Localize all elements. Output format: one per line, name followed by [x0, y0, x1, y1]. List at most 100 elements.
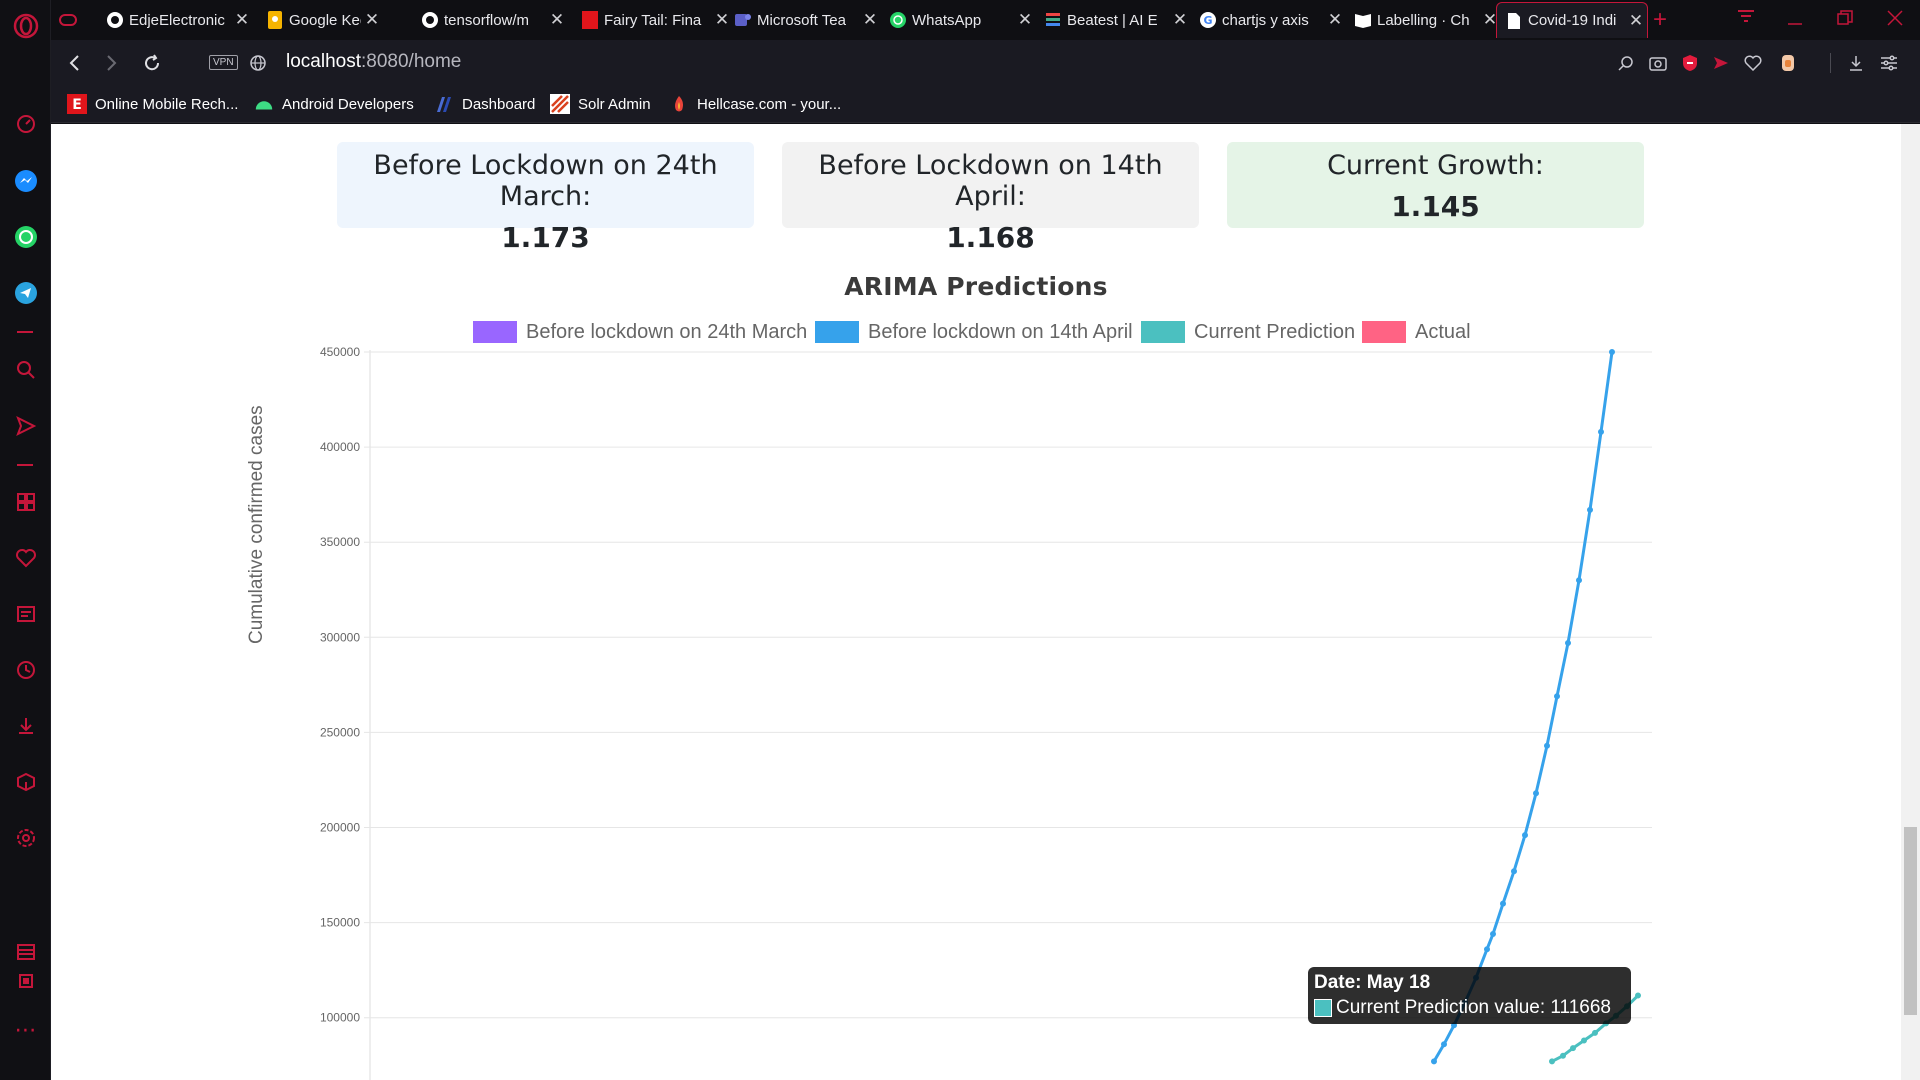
data-point[interactable] — [1533, 790, 1539, 797]
data-point[interactable] — [1635, 992, 1641, 999]
close-icon[interactable]: ✕ — [361, 10, 383, 30]
tab-google-keep[interactable]: Google Keep ✕ — [258, 2, 383, 38]
tab-microsoft-teams[interactable]: Microsoft Tea ✕ — [726, 2, 881, 38]
opera-logo-icon[interactable] — [0, 8, 51, 44]
downloads-icon[interactable] — [0, 708, 51, 744]
history-icon[interactable] — [0, 652, 51, 688]
data-point[interactable] — [1554, 693, 1560, 700]
extensions-icon[interactable] — [0, 764, 51, 800]
data-point[interactable] — [1490, 931, 1496, 937]
data-point[interactable] — [1441, 1041, 1447, 1048]
tab-chartjs-search[interactable]: G chartjs y axis ✕ — [1191, 2, 1346, 38]
extension-icon[interactable] — [1775, 50, 1801, 76]
easy-setup-icon[interactable] — [1876, 50, 1902, 76]
reload-icon[interactable] — [139, 50, 165, 76]
whatsapp-icon — [889, 11, 907, 29]
tab-edje[interactable]: EdjeElectronic ✕ — [98, 2, 253, 38]
cpu-icon[interactable] — [0, 963, 51, 999]
search-icon[interactable] — [0, 352, 51, 388]
adblock-shield-icon[interactable] — [1677, 50, 1703, 76]
more-options-icon[interactable]: ⋯ — [0, 1012, 51, 1048]
data-point[interactable] — [1549, 1058, 1555, 1065]
telegram-icon[interactable] — [0, 275, 51, 311]
vpn-badge[interactable]: VPN — [209, 55, 238, 70]
flow-send-icon[interactable] — [1708, 50, 1734, 76]
bookmark-label: Android Developers — [282, 95, 414, 113]
close-icon[interactable]: ✕ — [1169, 10, 1191, 30]
keep-icon — [266, 11, 284, 29]
search-page-icon[interactable] — [1613, 50, 1639, 76]
close-icon[interactable]: ✕ — [231, 10, 253, 30]
github-icon — [106, 11, 124, 29]
y-tick-label: 150000 — [320, 916, 360, 930]
bookmark-hellcase[interactable]: Hellcase.com - your... — [669, 93, 841, 115]
data-point[interactable] — [1500, 900, 1506, 907]
snapshot-icon[interactable] — [1645, 50, 1671, 76]
bookmark-online-mobile[interactable]: E Online Mobile Rech... — [67, 93, 238, 115]
solr-icon — [550, 94, 570, 114]
data-point[interactable] — [1511, 868, 1517, 875]
data-point[interactable] — [1609, 349, 1615, 355]
forward-icon[interactable] — [99, 50, 125, 76]
bookmarks-bar: E Online Mobile Rech... Android Develope… — [51, 85, 1920, 123]
window-close-icon[interactable] — [1887, 10, 1903, 31]
data-point[interactable] — [1592, 1029, 1598, 1036]
tab-tensorflow[interactable]: tensorflow/m ✕ — [413, 2, 568, 38]
tab-covid19-india[interactable]: Covid-19 Indi ✕ — [1496, 2, 1648, 38]
download-icon[interactable] — [1843, 50, 1869, 76]
scrollbar-thumb[interactable] — [1904, 827, 1917, 1015]
tab-labelling[interactable]: Labelling · Ch ✕ — [1346, 2, 1501, 38]
close-icon[interactable]: ✕ — [1324, 10, 1346, 30]
page-content: Before Lockdown on 24th March: 1.173 Bef… — [51, 124, 1901, 1080]
tab-gaming[interactable] — [51, 2, 85, 38]
bookmark-solr-admin[interactable]: Solr Admin — [550, 93, 651, 115]
data-point[interactable] — [1570, 1045, 1576, 1052]
restore-icon[interactable] — [1837, 10, 1853, 31]
data-point[interactable] — [1560, 1052, 1566, 1059]
tab-menu-icon[interactable] — [1737, 9, 1755, 28]
tab-title: Covid-19 Indi — [1528, 12, 1617, 29]
data-point[interactable] — [1598, 428, 1604, 435]
data-point[interactable] — [1431, 1058, 1437, 1065]
close-icon[interactable]: ✕ — [859, 10, 881, 30]
data-point[interactable] — [1587, 506, 1593, 513]
tab-fairy-tail[interactable]: Fairy Tail: Fina ✕ — [573, 2, 733, 38]
bookmark-label: Hellcase.com - your... — [697, 95, 842, 113]
whatsapp-sidebar-icon[interactable] — [0, 219, 51, 255]
workspaces-icon[interactable] — [0, 484, 51, 520]
bookmark-dashboard[interactable]: Dashboard — [434, 93, 535, 115]
send-icon[interactable] — [0, 408, 51, 444]
tooltip-label: Current Prediction value: 111668 — [1336, 997, 1611, 1018]
tab-beatest[interactable]: Beatest | AI E ✕ — [1036, 2, 1191, 38]
heart-icon[interactable] — [0, 540, 51, 576]
back-icon[interactable] — [61, 50, 87, 76]
data-point[interactable] — [1576, 577, 1582, 584]
minimize-icon[interactable] — [1787, 10, 1803, 31]
url-field[interactable]: localhost:8080/home — [286, 51, 461, 73]
close-icon[interactable]: ✕ — [1014, 10, 1036, 30]
messenger-icon[interactable] — [0, 163, 51, 199]
data-point[interactable] — [1484, 946, 1490, 953]
speed-dial-icon[interactable] — [0, 106, 51, 142]
browser-sidebar: ⋯ — [0, 0, 51, 1080]
data-point[interactable] — [1565, 640, 1571, 646]
tab-title: chartjs y axis — [1222, 11, 1309, 29]
close-icon[interactable]: ✕ — [546, 10, 568, 30]
data-point[interactable] — [1544, 742, 1550, 749]
page-scrollbar[interactable] — [1901, 124, 1920, 1080]
gamepad-icon — [59, 11, 77, 29]
news-icon[interactable] — [0, 596, 51, 632]
data-point[interactable] — [1522, 832, 1528, 839]
close-icon[interactable]: ✕ — [1625, 11, 1647, 31]
data-point[interactable] — [1581, 1037, 1587, 1044]
bookmark-android-developers[interactable]: Android Developers — [254, 93, 414, 115]
tab-whatsapp[interactable]: WhatsApp ✕ — [881, 2, 1036, 38]
tab-title: Beatest | AI E — [1067, 11, 1158, 29]
arima-chart: 450000 400000 350000 300000 250000 200000 1500… — [320, 345, 1652, 1080]
bookmark-heart-icon[interactable] — [1740, 50, 1766, 76]
bookmark-label: Online Mobile Rech... — [95, 95, 239, 113]
settings-gear-icon[interactable] — [0, 820, 51, 856]
new-tab-icon[interactable]: + — [1653, 6, 1667, 34]
site-info-icon[interactable] — [245, 50, 271, 76]
bookmark-label: Dashboard — [462, 95, 536, 113]
